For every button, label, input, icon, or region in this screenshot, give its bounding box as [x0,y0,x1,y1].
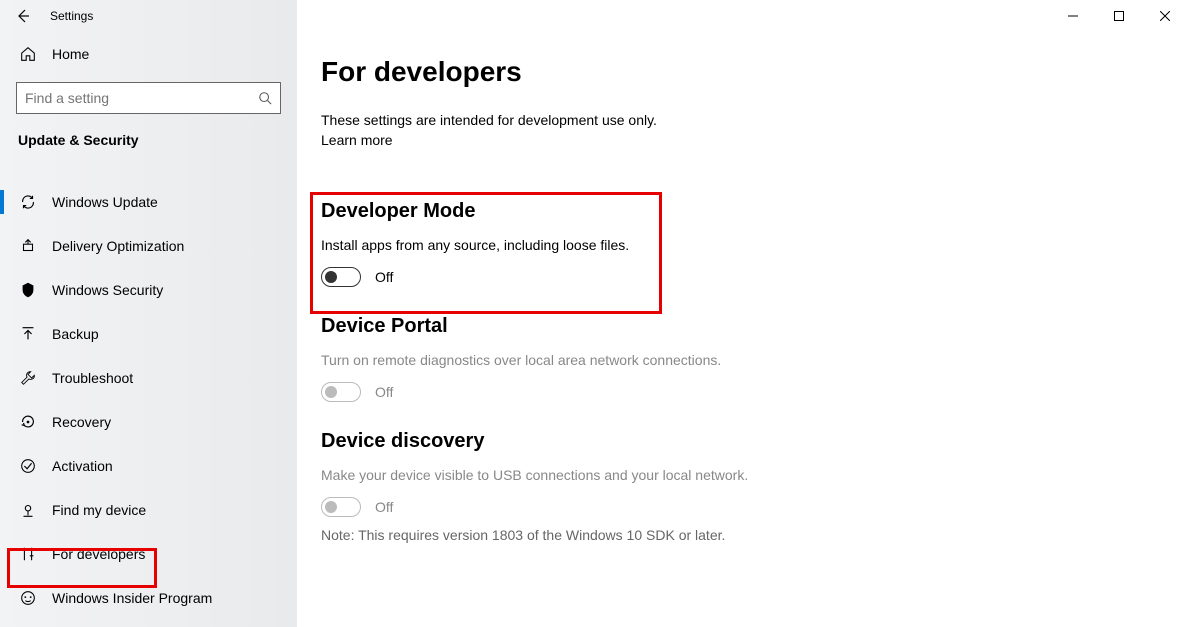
location-icon [18,501,38,519]
backup-icon [18,325,38,343]
device-portal-toggle [321,382,361,402]
tools-icon [18,545,38,563]
close-icon [1160,11,1170,21]
close-button[interactable] [1142,0,1188,32]
sidebar-item-label: For developers [52,546,145,562]
learn-more-link[interactable]: Learn more [321,132,393,148]
check-icon [18,457,38,475]
shield-icon [18,281,38,299]
section-title: Developer Mode [321,200,1164,223]
section-note: Note: This requires version 1803 of the … [321,527,1164,543]
sidebar-item-label: Delivery Optimization [52,238,184,254]
sidebar-home[interactable]: Home [0,32,297,76]
toggle-state-label: Off [375,384,393,400]
sidebar-section-header: Update & Security [0,128,297,160]
sidebar-item-label: Windows Update [52,194,158,210]
section-device-portal: Device Portal Turn on remote diagnostics… [321,315,1164,402]
sidebar-item-label: Windows Insider Program [52,590,212,606]
maximize-icon [1114,11,1124,21]
sync-icon [18,193,38,211]
toggle-state-label: Off [375,499,393,515]
section-desc: Install apps from any source, including … [321,237,1164,253]
section-title: Device Portal [321,315,1164,338]
minimize-button[interactable] [1050,0,1096,32]
section-device-discovery: Device discovery Make your device visibl… [321,430,1164,543]
wrench-icon [18,369,38,387]
recovery-icon [18,413,38,431]
sidebar-item-label: Activation [52,458,113,474]
search-input[interactable] [25,90,258,106]
back-button[interactable] [0,0,46,32]
window-controls [1050,0,1188,32]
search-box[interactable] [16,82,281,114]
sidebar-item-label: Troubleshoot [52,370,133,386]
titlebar: Settings [0,0,1188,32]
sidebar-home-label: Home [52,46,89,62]
window-title: Settings [50,9,93,23]
section-developer-mode: Developer Mode Install apps from any sou… [321,200,1164,287]
delivery-icon [18,237,38,255]
sidebar-item-recovery[interactable]: Recovery [0,400,297,444]
arrow-left-icon [15,8,31,24]
sidebar-item-label: Find my device [52,502,146,518]
sidebar-item-label: Backup [52,326,99,342]
section-title: Device discovery [321,430,1164,453]
maximize-button[interactable] [1096,0,1142,32]
sidebar-item-windows-update[interactable]: Windows Update [0,180,297,224]
sidebar-item-label: Windows Security [52,282,163,298]
sidebar: Home Update & Security Windows Update De… [0,32,297,627]
sidebar-item-troubleshoot[interactable]: Troubleshoot [0,356,297,400]
page-intro: These settings are intended for developm… [321,112,1164,128]
sidebar-item-find-my-device[interactable]: Find my device [0,488,297,532]
search-icon [258,91,272,105]
developer-mode-toggle[interactable] [321,267,361,287]
toggle-state-label: Off [375,269,393,285]
sidebar-item-backup[interactable]: Backup [0,312,297,356]
sidebar-item-windows-security[interactable]: Windows Security [0,268,297,312]
section-desc: Turn on remote diagnostics over local ar… [321,352,1164,368]
minimize-icon [1068,11,1078,21]
sidebar-item-delivery-optimization[interactable]: Delivery Optimization [0,224,297,268]
section-desc: Make your device visible to USB connecti… [321,467,1164,483]
insider-icon [18,589,38,607]
device-discovery-toggle [321,497,361,517]
sidebar-item-label: Recovery [52,414,111,430]
main-content: For developers These settings are intend… [297,32,1188,627]
page-title: For developers [321,56,1164,88]
home-icon [18,45,38,63]
sidebar-item-windows-insider[interactable]: Windows Insider Program [0,576,297,620]
sidebar-item-for-developers[interactable]: For developers [0,532,297,576]
sidebar-item-activation[interactable]: Activation [0,444,297,488]
